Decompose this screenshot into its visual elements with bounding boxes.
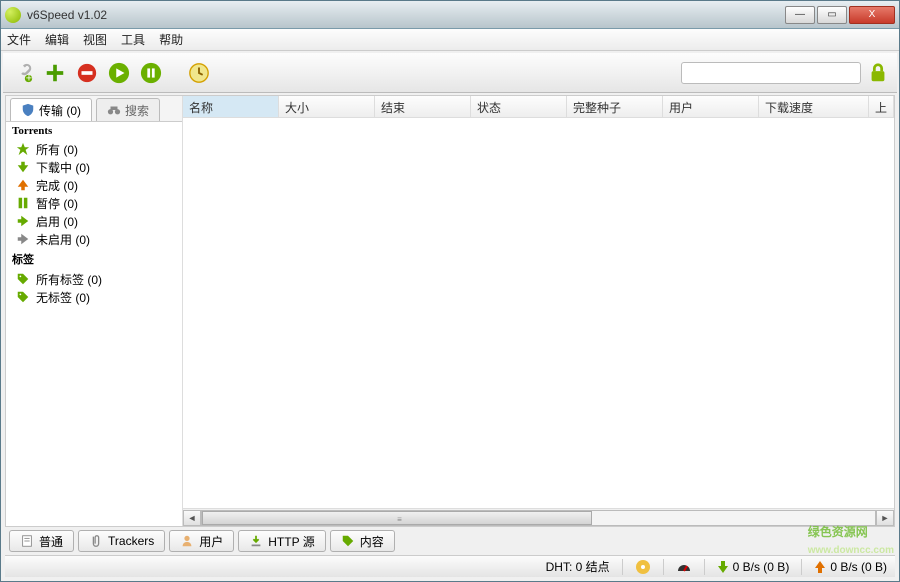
- status-speed-meter: [676, 559, 692, 575]
- sidebar-item-all[interactable]: 所有 (0): [6, 140, 182, 158]
- minimize-button[interactable]: —: [785, 6, 815, 24]
- menu-file[interactable]: 文件: [7, 31, 31, 48]
- statusbar: DHT: 0 结点 0 B/s (0 B) 0 B/s (0 B): [5, 555, 895, 577]
- sidebar-item-no-tag[interactable]: 无标签 (0): [6, 288, 182, 306]
- shield-icon: [21, 103, 35, 117]
- btab-trackers[interactable]: Trackers: [78, 530, 165, 552]
- status-upload: 0 B/s (0 B): [814, 560, 887, 574]
- col-size[interactable]: 大小: [279, 96, 375, 117]
- svg-text:+: +: [26, 72, 32, 84]
- play-icon[interactable]: [107, 61, 131, 85]
- tab-transfer-label: 传输 (0): [39, 102, 81, 119]
- btab-http[interactable]: HTTP 源: [238, 530, 325, 552]
- column-header: 名称 大小 结束 状态 完整种子 用户 下载速度 上: [183, 96, 894, 118]
- tag-icon: [16, 272, 30, 286]
- sidebar-item-completed[interactable]: 完成 (0): [6, 176, 182, 194]
- col-status[interactable]: 状态: [471, 96, 567, 117]
- tab-search-label: 搜索: [125, 102, 149, 119]
- col-end[interactable]: 结束: [375, 96, 471, 117]
- remove-icon[interactable]: [75, 61, 99, 85]
- up-orange-icon: [814, 561, 826, 573]
- lock-icon[interactable]: [867, 62, 889, 84]
- col-up[interactable]: 上: [869, 96, 894, 117]
- link-icon[interactable]: +: [11, 61, 35, 85]
- col-seeds[interactable]: 完整种子: [567, 96, 663, 117]
- pause-icon[interactable]: [139, 61, 163, 85]
- sidebar: 传输 (0) 搜索 Torrents 所有 (0) 下载中 (0) 完成 (0): [6, 96, 183, 526]
- gauge-icon: [676, 559, 692, 575]
- sidebar-item-active[interactable]: 启用 (0): [6, 212, 182, 230]
- menu-tools[interactable]: 工具: [121, 31, 145, 48]
- sidebar-item-all-tags[interactable]: 所有标签 (0): [6, 270, 182, 288]
- col-name[interactable]: 名称: [183, 96, 279, 117]
- binoculars-icon: [107, 103, 121, 117]
- sidebar-item-inactive[interactable]: 未启用 (0): [6, 230, 182, 248]
- main-list: 名称 大小 结束 状态 完整种子 用户 下载速度 上 ◄ ≡ ►: [183, 96, 894, 526]
- clock-icon[interactable]: [187, 61, 211, 85]
- add-icon[interactable]: [43, 61, 67, 85]
- up-arrow-icon: [16, 178, 30, 192]
- down-green-icon: [717, 561, 729, 573]
- scroll-track[interactable]: ≡: [201, 510, 876, 526]
- btab-content[interactable]: 内容: [330, 530, 395, 552]
- menu-view[interactable]: 视图: [83, 31, 107, 48]
- download-icon: [249, 534, 263, 548]
- menubar: 文件 编辑 视图 工具 帮助: [1, 29, 899, 51]
- clip-icon: [89, 534, 103, 548]
- tag-icon: [16, 290, 30, 304]
- search-input[interactable]: [681, 62, 861, 84]
- window-title: v6Speed v1.02: [27, 8, 107, 22]
- toolbar: +: [3, 53, 897, 93]
- down-arrow-icon: [16, 160, 30, 174]
- app-icon: [5, 7, 21, 23]
- tags-heading: 标签: [6, 248, 182, 270]
- col-users[interactable]: 用户: [663, 96, 759, 117]
- bottom-tabs: 普通 Trackers 用户 HTTP 源 内容: [5, 527, 895, 555]
- sidebar-item-downloading[interactable]: 下载中 (0): [6, 158, 182, 176]
- right-arrow-grey-icon: [16, 232, 30, 246]
- torrent-list-area: [183, 118, 894, 508]
- disk-icon: [635, 559, 651, 575]
- torrents-heading: Torrents: [6, 122, 182, 140]
- pause-bars-icon: [16, 196, 30, 210]
- status-dht: DHT: 0 结点: [546, 558, 610, 575]
- status-disk: [635, 559, 651, 575]
- btab-general[interactable]: 普通: [9, 530, 74, 552]
- tab-transfer[interactable]: 传输 (0): [10, 98, 92, 121]
- menu-help[interactable]: 帮助: [159, 31, 183, 48]
- status-download: 0 B/s (0 B): [717, 560, 790, 574]
- star-icon: [16, 142, 30, 156]
- user-icon: [180, 534, 194, 548]
- tag-green-icon: [341, 534, 355, 548]
- menu-edit[interactable]: 编辑: [45, 31, 69, 48]
- watermark: 绿色资源网 www.downcc.com: [808, 523, 894, 556]
- tab-search[interactable]: 搜索: [96, 98, 160, 121]
- sidebar-item-paused[interactable]: 暂停 (0): [6, 194, 182, 212]
- close-button[interactable]: X: [849, 6, 895, 24]
- scroll-thumb[interactable]: ≡: [202, 511, 592, 525]
- scroll-left-icon[interactable]: ◄: [183, 510, 201, 526]
- maximize-button[interactable]: ▭: [817, 6, 847, 24]
- right-arrow-icon: [16, 214, 30, 228]
- horizontal-scrollbar[interactable]: ◄ ≡ ►: [183, 508, 894, 526]
- document-icon: [20, 534, 34, 548]
- col-dlspeed[interactable]: 下载速度: [759, 96, 869, 117]
- titlebar: v6Speed v1.02 — ▭ X: [1, 1, 899, 29]
- btab-users[interactable]: 用户: [169, 530, 234, 552]
